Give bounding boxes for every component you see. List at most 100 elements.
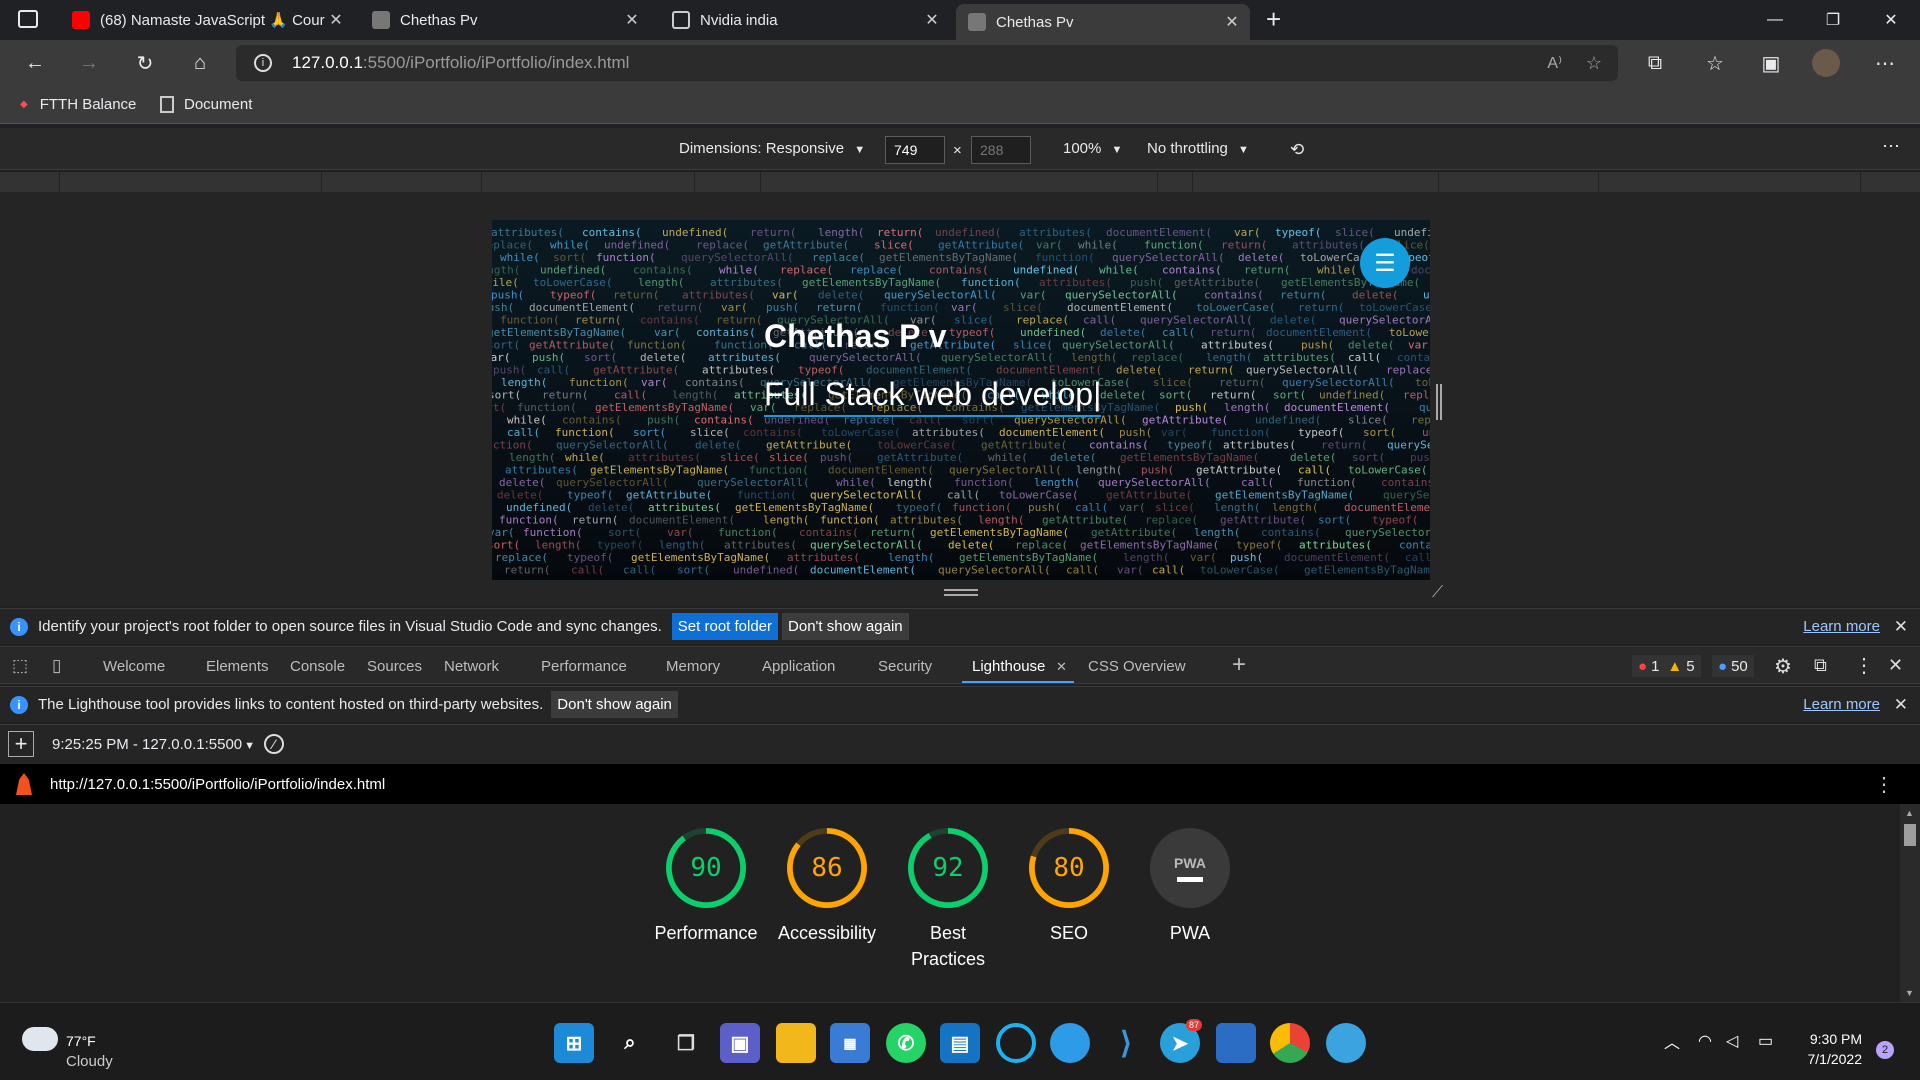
tab-console[interactable]: Console [290, 658, 345, 675]
ruler-segment[interactable] [695, 172, 761, 192]
cortana-icon[interactable] [996, 1023, 1036, 1063]
weather-desc[interactable]: Cloudy [66, 1053, 113, 1070]
window-close-icon[interactable]: ✕ [1862, 0, 1920, 40]
file-explorer-icon[interactable] [776, 1023, 816, 1063]
ruler-segment[interactable] [322, 172, 482, 192]
chrome-icon[interactable] [1270, 1023, 1310, 1063]
tab-actions-icon[interactable] [18, 10, 38, 28]
tab-elements[interactable]: Elements [206, 658, 269, 675]
report-selector[interactable]: 9:25:25 PM - 127.0.0.1:5500 ▼ [52, 736, 255, 753]
whatsapp-icon[interactable]: ✆ [886, 1023, 926, 1063]
score-gauge-pwa[interactable]: PWA PWA [1130, 828, 1250, 946]
ruler-segment[interactable] [0, 172, 60, 192]
height-input[interactable]: 288 [971, 136, 1031, 164]
set-root-folder-button[interactable]: Set root folder [671, 613, 779, 640]
learn-more-link[interactable]: Learn more [1803, 696, 1880, 713]
vscode-icon[interactable]: ⟩ [1106, 1023, 1146, 1063]
app-icon[interactable] [1326, 1023, 1366, 1063]
tab-chethas-active[interactable]: Chethas Pv ✕ [956, 4, 1250, 40]
scroll-up-icon[interactable]: ▲ [1905, 808, 1914, 818]
devtools-close-icon[interactable]: ✕ [1888, 655, 1903, 676]
score-gauge-seo[interactable]: 80 SEO [1009, 828, 1129, 946]
clock-time[interactable]: 9:30 PM [1806, 1031, 1862, 1047]
close-icon[interactable]: ✕ [1222, 12, 1242, 32]
ruler-segment[interactable] [761, 172, 1158, 192]
dimensions-dropdown[interactable]: Dimensions: Responsive ▼ [679, 140, 865, 157]
app-icon[interactable]: ▤ [940, 1023, 980, 1063]
read-aloud-icon[interactable]: A⁾ [1547, 53, 1562, 73]
more-icon[interactable]: ⋯ [1882, 136, 1900, 157]
zoom-dropdown[interactable]: 100% ▼ [1063, 140, 1122, 157]
tab-welcome[interactable]: Welcome [103, 658, 165, 675]
tab-sources[interactable]: Sources [367, 658, 422, 675]
start-icon[interactable]: ⊞ [554, 1023, 594, 1063]
tab-chethas-1[interactable]: Chethas Pv ✕ [360, 4, 650, 36]
more-icon[interactable]: ⋯ [1870, 48, 1900, 78]
photos-icon[interactable] [1216, 1023, 1256, 1063]
dont-show-again-button[interactable]: Don't show again [551, 691, 678, 718]
resize-handle-bottom[interactable] [944, 589, 978, 596]
store-icon[interactable]: ▦ [830, 1023, 870, 1063]
add-tab-icon[interactable]: + [1232, 651, 1246, 679]
minimize-icon[interactable]: — [1746, 0, 1804, 40]
scrollbar-thumb[interactable] [1904, 824, 1916, 846]
learn-more-link[interactable]: Learn more [1803, 618, 1880, 635]
ruler-segment[interactable] [1599, 172, 1861, 192]
home-icon[interactable]: ⌂ [185, 48, 215, 78]
width-input[interactable]: 749 [885, 136, 945, 164]
close-icon[interactable]: ✕ [1894, 695, 1908, 715]
score-gauge-best-practices[interactable]: 92 Best Practices [888, 828, 1008, 972]
notification-badge[interactable]: 2 [1876, 1041, 1894, 1059]
close-icon[interactable]: ✕ [622, 10, 642, 30]
hamburger-menu-icon[interactable]: ☰ [1360, 238, 1410, 288]
back-icon[interactable]: ← [20, 48, 50, 78]
close-icon[interactable]: ✕ [326, 10, 346, 30]
collections-icon[interactable]: ▣ [1756, 48, 1786, 78]
ruler-segment[interactable] [1158, 172, 1193, 192]
close-icon[interactable]: ✕ [922, 10, 942, 30]
inspect-icon[interactable]: ⬚ [12, 656, 28, 676]
address-bar[interactable]: i 127.0.0.1:5500/iPortfolio/iPortfolio/i… [236, 45, 1618, 81]
tab-nvidia[interactable]: Nvidia india ✕ [660, 4, 950, 36]
scrollbar[interactable]: ▲ ▼ [1900, 804, 1920, 1002]
clock-date[interactable]: 7/1/2022 [1792, 1051, 1863, 1067]
cloud-icon[interactable] [22, 1027, 58, 1051]
settings-gear-icon[interactable]: ⚙ [1774, 654, 1792, 679]
close-icon[interactable]: ✕ [1894, 617, 1908, 637]
tab-network[interactable]: Network [444, 658, 499, 675]
favorite-add-icon[interactable]: ☆ [1586, 53, 1602, 74]
bookmark-ftth[interactable]: ◆ FTTH Balance [20, 96, 136, 113]
report-url[interactable]: http://127.0.0.1:5500/iPortfolio/iPortfo… [50, 776, 385, 793]
teams-chat-icon[interactable]: ▣ [720, 1023, 760, 1063]
tab-lighthouse[interactable]: Lighthouse ✕ [962, 647, 1074, 683]
tab-memory[interactable]: Memory [666, 658, 720, 675]
more-icon[interactable]: ⋮ [1874, 772, 1894, 797]
rotate-icon[interactable]: ⟲ [1290, 140, 1304, 160]
edge-icon[interactable] [1050, 1023, 1090, 1063]
ruler-segment[interactable] [60, 172, 322, 192]
profile-avatar[interactable] [1812, 49, 1840, 77]
battery-icon[interactable]: ▭ [1758, 1031, 1773, 1051]
ruler-segment[interactable] [482, 172, 695, 192]
weather-temp[interactable]: 77°F [66, 1033, 96, 1049]
refresh-icon[interactable]: ↻ [130, 48, 160, 78]
score-gauge-accessibility[interactable]: 86 Accessibility [767, 828, 887, 946]
dock-icon[interactable]: ⧉ [1814, 655, 1827, 676]
tab-performance[interactable]: Performance [541, 658, 627, 675]
tab-youtube[interactable]: (68) Namaste JavaScript 🙏 Cour ✕ [60, 4, 354, 36]
more-icon[interactable]: ⋮ [1854, 653, 1874, 678]
ruler-segment[interactable] [1439, 172, 1599, 192]
favorites-icon[interactable]: ☆ [1700, 48, 1730, 78]
volume-icon[interactable]: ◁ [1726, 1031, 1738, 1051]
ruler-segment[interactable] [1193, 172, 1439, 192]
search-icon[interactable]: ⌕ [610, 1023, 650, 1063]
close-icon[interactable]: ✕ [1056, 659, 1067, 675]
scroll-down-icon[interactable]: ▼ [1905, 988, 1914, 998]
info-icon[interactable]: i [254, 54, 272, 72]
wifi-icon[interactable]: ◠ [1698, 1031, 1712, 1051]
task-view-icon[interactable]: ❐ [666, 1023, 706, 1063]
bookmark-document[interactable]: Document [160, 96, 252, 113]
dont-show-again-button[interactable]: Don't show again [782, 613, 909, 640]
clear-icon[interactable]: ⁄ [264, 734, 284, 754]
issues-badge[interactable]: ● 50 [1712, 655, 1754, 677]
